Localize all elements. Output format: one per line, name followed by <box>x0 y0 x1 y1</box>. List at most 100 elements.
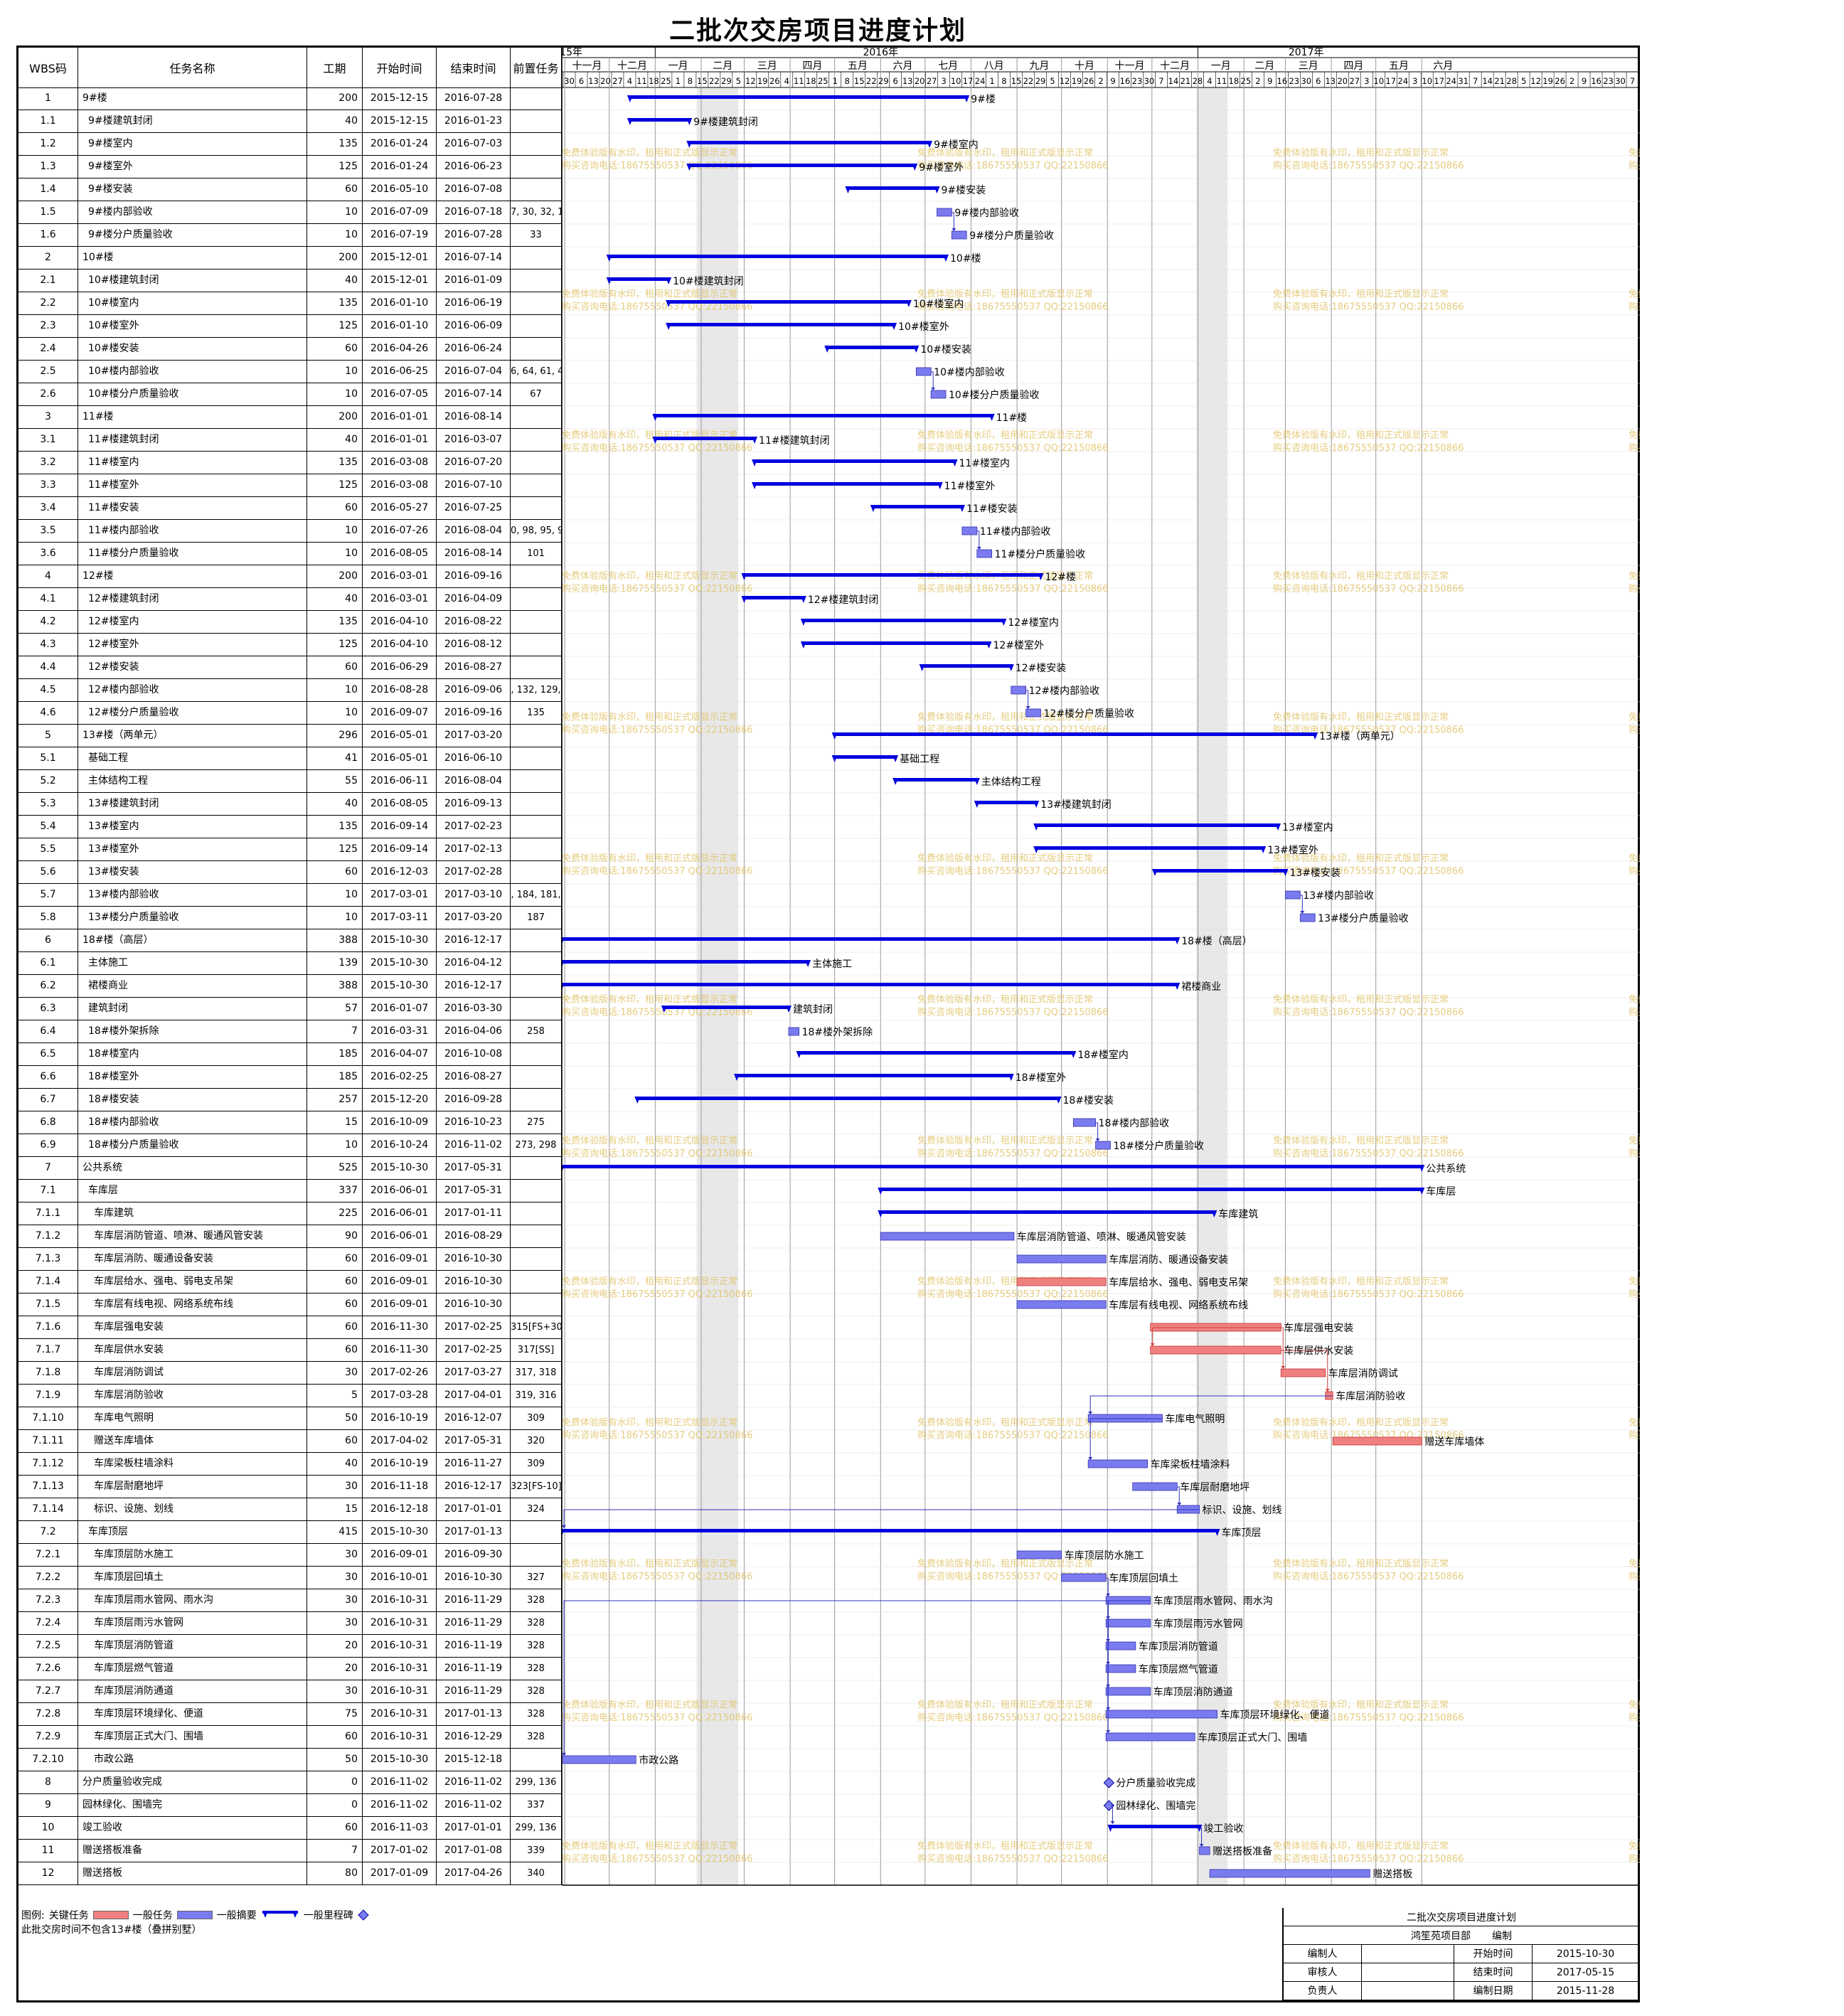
summary-bar[interactable] <box>895 778 977 782</box>
table-row[interactable]: 5.2 主体结构工程 55 2016-06-11 2016-08-04 <box>18 770 562 793</box>
summary-bar[interactable] <box>834 732 1316 736</box>
summary-bar[interactable] <box>562 960 809 964</box>
table-row[interactable]: 6.5 18#楼室内 185 2016-04-07 2016-10-08 <box>18 1043 562 1066</box>
task-bar[interactable] <box>961 526 978 535</box>
task-bar[interactable] <box>1011 686 1027 695</box>
task-bar[interactable] <box>1105 1664 1136 1673</box>
summary-bar[interactable] <box>834 755 896 759</box>
table-row[interactable]: 4.3 12#楼室外 125 2016-04-10 2016-08-12 <box>18 634 562 656</box>
summary-bar[interactable] <box>629 118 690 122</box>
critical-task-bar[interactable] <box>1280 1368 1326 1377</box>
task-bar[interactable] <box>1016 1300 1107 1309</box>
task-bar[interactable] <box>1105 1687 1151 1696</box>
table-row[interactable]: 6.2 裙楼商业 388 2015-10-30 2016-12-17 <box>18 975 562 998</box>
summary-bar[interactable] <box>668 300 909 304</box>
summary-bar[interactable] <box>562 983 1178 986</box>
table-row[interactable]: 7.1.13 车库层耐磨地坪 30 2016-11-18 2016-12-17 323[F… <box>18 1476 562 1498</box>
table-row[interactable]: 3.6 11#楼分户质量验收 10 2016-08-05 2016-08-14 101 <box>18 543 562 565</box>
table-row[interactable]: 2.6 10#楼分户质量验收 10 2016-07-05 2016-07-14 67 <box>18 383 562 406</box>
summary-bar[interactable] <box>755 482 940 486</box>
table-row[interactable]: 7.2.2 车库顶层回填土 30 2016-10-01 2016-10-30 327 <box>18 1567 562 1589</box>
summary-bar[interactable] <box>880 1210 1215 1214</box>
table-row[interactable]: 1.4 9#楼安装 60 2016-05-10 2016-07-08 <box>18 178 562 201</box>
task-bar[interactable] <box>1209 1869 1370 1878</box>
table-row[interactable]: 7.2.3 车库顶层雨水管网、雨水沟 30 2016-10-31 2016-11-29 3… <box>18 1589 562 1612</box>
table-row[interactable]: 4 12#楼 200 2016-03-01 2016-09-16 <box>18 565 562 588</box>
task-bar[interactable] <box>1016 1550 1062 1559</box>
table-row[interactable]: 6.1 主体施工 139 2015-10-30 2016-04-12 <box>18 952 562 975</box>
task-bar[interactable] <box>1061 1573 1107 1582</box>
summary-bar[interactable] <box>744 596 804 599</box>
summary-bar[interactable] <box>880 1188 1422 1191</box>
table-row[interactable]: 5.3 13#楼建筑封闭 40 2016-08-05 2016-09-13 <box>18 793 562 816</box>
table-row[interactable]: 4.5 12#楼内部验收 10 2016-08-28 2016-09-06, 132, … <box>18 679 562 702</box>
col-wbs[interactable]: WBS码 <box>18 48 78 87</box>
task-bar[interactable] <box>1299 913 1316 922</box>
table-row[interactable]: 2.1 10#楼建筑封闭 40 2015-12-01 2016-01-09 <box>18 270 562 292</box>
summary-bar[interactable] <box>827 346 917 349</box>
table-row[interactable]: 7.1.5 车库层有线电视、网络系统布线 60 2016-09-01 2016-10-3… <box>18 1294 562 1316</box>
task-bar[interactable] <box>1105 1641 1136 1650</box>
table-row[interactable]: 3.4 11#楼安装 60 2016-05-27 2016-07-25 <box>18 497 562 520</box>
table-row[interactable]: 7.1.6 车库层强电安装 60 2016-11-30 2017-02-25 315[FS… <box>18 1316 562 1339</box>
table-row[interactable]: 3.2 11#楼室内 135 2016-03-08 2016-07-20 <box>18 452 562 474</box>
critical-task-bar[interactable] <box>1016 1277 1107 1286</box>
summary-bar[interactable] <box>689 141 930 144</box>
table-row[interactable]: 7.1.9 车库层消防验收 5 2017-03-28 2017-04-01 319, 31… <box>18 1385 562 1407</box>
table-row[interactable]: 3.1 11#楼建筑封闭 40 2016-01-01 2016-03-07 <box>18 429 562 452</box>
summary-bar[interactable] <box>689 164 915 167</box>
table-row[interactable]: 6 18#楼（高层） 388 2015-10-30 2016-12-17 <box>18 929 562 952</box>
table-row[interactable]: 7.2.10 市政公路 50 2015-10-30 2015-12-18 <box>18 1749 562 1771</box>
summary-bar[interactable] <box>755 459 955 463</box>
table-row[interactable]: 8 分户质量验收完成 0 2016-11-02 2016-11-02 299, 136 <box>18 1771 562 1794</box>
table-row[interactable]: 7.2.8 车库顶层环境绿化、便道 75 2016-10-31 2017-01-13 32… <box>18 1703 562 1726</box>
table-row[interactable]: 7.1.12 车库梁板柱墙涂料 40 2016-10-19 2016-11-27 309 <box>18 1453 562 1476</box>
summary-bar[interactable] <box>668 323 895 326</box>
summary-bar[interactable] <box>803 619 1004 622</box>
summary-bar[interactable] <box>655 437 755 440</box>
col-end[interactable]: 结束时间 <box>437 48 511 87</box>
table-row[interactable]: 5.8 13#楼分户质量验收 10 2017-03-11 2017-03-20 187 <box>18 907 562 929</box>
table-row[interactable]: 2.4 10#楼安装 60 2016-04-26 2016-06-24 <box>18 338 562 361</box>
table-row[interactable]: 11 赠送搭板准备 7 2017-01-02 2017-01-08 339 <box>18 1840 562 1862</box>
table-row[interactable]: 5.5 13#楼室外 125 2016-09-14 2017-02-13 <box>18 838 562 861</box>
table-row[interactable]: 6.8 18#楼内部验收 15 2016-10-09 2016-10-23 275 <box>18 1111 562 1134</box>
table-row[interactable]: 7.1.8 车库层消防调试 30 2017-02-26 2017-03-27 317, 3… <box>18 1362 562 1385</box>
summary-bar[interactable] <box>976 801 1037 804</box>
table-row[interactable]: 7.1.7 车库层供水安装 60 2016-11-30 2017-02-25 317[SS… <box>18 1339 562 1362</box>
task-bar[interactable] <box>930 390 947 399</box>
summary-bar[interactable] <box>609 255 947 258</box>
table-row[interactable]: 1.1 9#楼建筑封闭 40 2015-12-15 2016-01-23 <box>18 110 562 133</box>
summary-bar[interactable] <box>1155 869 1286 873</box>
table-row[interactable]: 7.1.10 车库电气照明 50 2016-10-19 2016-12-07 309 <box>18 1407 562 1430</box>
summary-bar[interactable] <box>873 505 962 508</box>
summary-bar[interactable] <box>609 277 669 281</box>
table-row[interactable]: 7.1.1 车库建筑 225 2016-06-01 2017-01-11 <box>18 1202 562 1225</box>
col-start[interactable]: 开始时间 <box>363 48 437 87</box>
table-row[interactable]: 6.4 18#楼外架拆除 7 2016-03-31 2016-04-06 258 <box>18 1020 562 1043</box>
summary-bar[interactable] <box>1036 823 1279 827</box>
table-row[interactable]: 4.2 12#楼室内 135 2016-04-10 2016-08-22 <box>18 611 562 634</box>
table-row[interactable]: 3.5 11#楼内部验收 10 2016-07-26 2016-08-04 0, 98, … <box>18 520 562 543</box>
table-row[interactable]: 2.5 10#楼内部验收 10 2016-06-25 2016-07-04 6, 64, … <box>18 361 562 383</box>
table-row[interactable]: 6.6 18#楼室外 185 2016-02-25 2016-08-27 <box>18 1066 562 1089</box>
task-bar[interactable] <box>562 1755 636 1764</box>
table-row[interactable]: 4.4 12#楼安装 60 2016-06-29 2016-08-27 <box>18 656 562 679</box>
table-row[interactable]: 4.6 12#楼分户质量验收 10 2016-09-07 2016-09-16 135 <box>18 702 562 725</box>
summary-bar[interactable] <box>744 573 1041 577</box>
table-row[interactable]: 1.3 9#楼室外 125 2016-01-24 2016-06-23 <box>18 156 562 178</box>
summary-bar[interactable] <box>848 186 937 190</box>
table-row[interactable]: 7 公共系统 525 2015-10-30 2017-05-31 <box>18 1157 562 1180</box>
summary-bar[interactable] <box>562 937 1178 941</box>
table-row[interactable]: 1.5 9#楼内部验收 10 2016-07-09 2016-07-18 7, 30, 3… <box>18 201 562 224</box>
summary-bar[interactable] <box>803 641 989 645</box>
table-row[interactable]: 2 10#楼 200 2015-12-01 2016-07-14 <box>18 247 562 270</box>
summary-bar[interactable] <box>655 414 992 417</box>
table-row[interactable]: 10 竣工验收 60 2016-11-03 2017-01-01 299, 136 <box>18 1817 562 1840</box>
milestone-diamond-icon[interactable] <box>1103 1777 1115 1788</box>
task-bar[interactable] <box>1095 1141 1111 1150</box>
table-row[interactable]: 5 13#楼（两单元） 296 2016-05-01 2017-03-20 <box>18 725 562 747</box>
col-task-name[interactable]: 任务名称 <box>78 48 307 87</box>
critical-task-bar[interactable] <box>1150 1345 1281 1355</box>
table-row[interactable]: 6.7 18#楼安装 257 2015-12-20 2016-09-28 <box>18 1089 562 1111</box>
